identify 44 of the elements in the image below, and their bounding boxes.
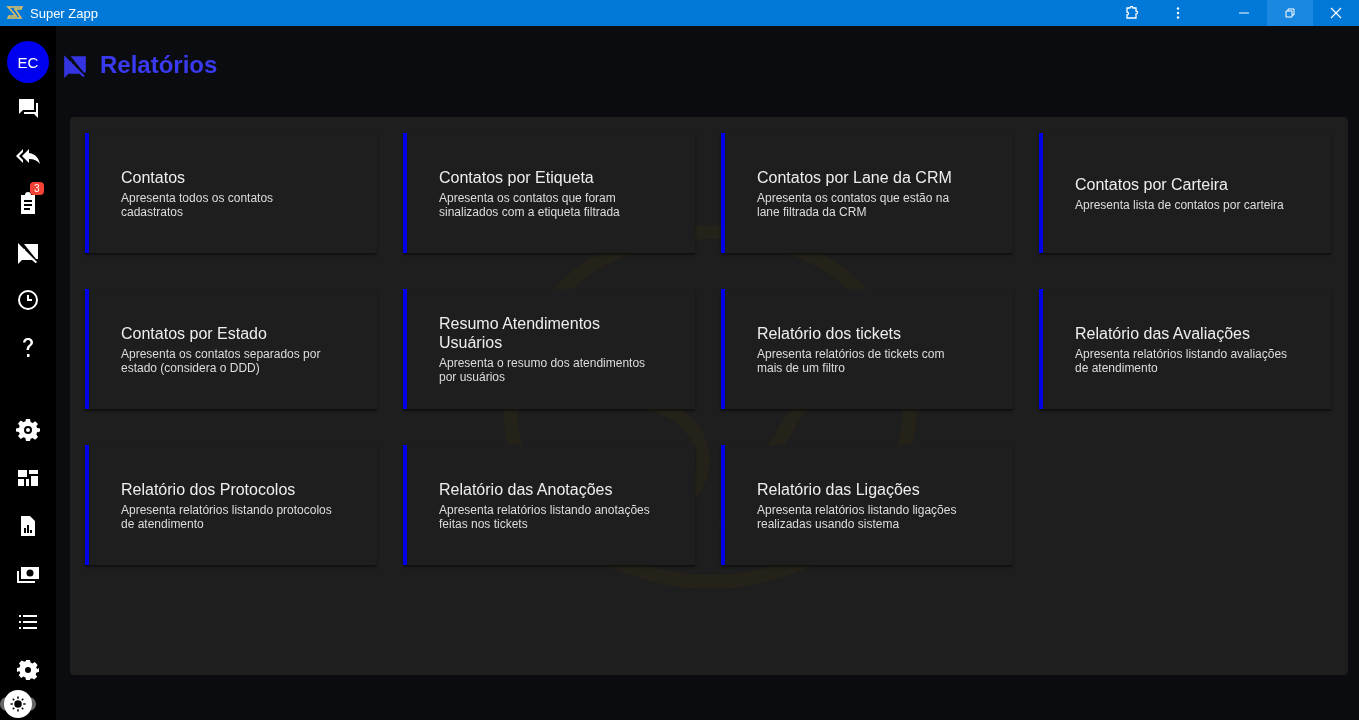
card-title: Resumo Atendimentos Usuários: [439, 314, 601, 352]
user-avatar[interactable]: EC: [7, 41, 49, 83]
clock-icon[interactable]: [16, 288, 40, 312]
report-card[interactable]: Contatos por Lane da CRM Apresenta os contatos que estão na lane filtrada da CRM: [721, 133, 1013, 253]
card-description: Apresenta relatórios listando avaliações de atendimento: [1075, 346, 1289, 375]
report-card[interactable]: Relatório das Avaliações Apresenta relatórios listando avaliações de atendimento: [1039, 289, 1331, 409]
app-logo-icon: [6, 4, 24, 22]
card-description: Apresenta todos os contatos cadastratos: [121, 190, 275, 219]
card-description: Apresenta o resumo dos atendimentos por usuários: [439, 356, 647, 384]
card-title: Relatório dos tickets: [757, 323, 903, 343]
message-off-icon[interactable]: [16, 240, 40, 264]
card-title: Contatos por Etiqueta: [439, 167, 595, 187]
card-description: Apresenta relatórios de tickets com mais de um filtro: [757, 346, 946, 375]
chat-icon[interactable]: [16, 96, 40, 120]
card-title: Contatos por Carteira: [1075, 174, 1229, 194]
card-title: Relatório das Ligações: [757, 479, 921, 499]
report-card[interactable]: Relatório dos tickets Apresenta relatórios de tickets com mais de um filtro: [721, 289, 1013, 409]
card-title: Relatório das Avaliações: [1075, 323, 1251, 343]
window-title: Super Zapp: [30, 5, 99, 21]
card-title: Contatos: [121, 167, 187, 187]
report-card[interactable]: Resumo Atendimentos Usuários Apresenta o resumo dos atendimentos por usuários: [403, 289, 695, 409]
settings-icon[interactable]: [16, 658, 40, 682]
card-description: Apresenta relatórios listando protocolos de atendimento: [121, 502, 333, 531]
report-card[interactable]: Contatos por Estado Apresenta os contatos separados por estado (considera o DDD): [85, 289, 377, 409]
notification-badge: 3: [30, 182, 44, 195]
report-card[interactable]: Contatos por Carteira Apresenta lista de contatos por carteira: [1039, 133, 1331, 253]
sun-icon: [9, 695, 27, 713]
card-description: Apresenta relatórios listando ligações realizadas usando sistema: [757, 502, 958, 531]
card-title: Relatório das Anotações: [439, 479, 614, 499]
report-card[interactable]: Contatos Apresenta todos os contatos cadastratos: [85, 133, 377, 253]
report-card[interactable]: Relatório das Ligações Apresenta relatórios listando ligações realizadas usando sistema: [721, 445, 1013, 565]
card-title: Contatos por Estado: [121, 323, 268, 343]
card-title: Contatos por Lane da CRM: [757, 167, 953, 187]
card-description: Apresenta lista de contatos por carteira: [1075, 197, 1285, 212]
card-description: Apresenta os contatos separados por estado (considera o DDD): [121, 346, 322, 375]
report-card[interactable]: Contatos por Etiqueta Apresenta os contatos que foram sinalizados com a etiqueta filtrada: [403, 133, 695, 253]
settings-icon[interactable]: [16, 418, 40, 442]
card-title: Relatório dos Protocolos: [121, 479, 297, 499]
report-card[interactable]: Relatório dos Protocolos Apresenta relatórios listando protocolos de atendimento: [85, 445, 377, 565]
page-title: Relatórios: [100, 51, 218, 79]
card-description: Apresenta os contatos que estão na lane filtrada da CRM: [757, 190, 951, 219]
card-description: Apresenta relatórios listando anotações feitas nos tickets: [439, 502, 651, 531]
card-description: Apresenta os contatos que foram sinalizados com a etiqueta filtrada: [439, 190, 621, 219]
report-card[interactable]: Relatório das Anotações Apresenta relatórios listando anotações feitas nos tickets: [403, 445, 695, 565]
